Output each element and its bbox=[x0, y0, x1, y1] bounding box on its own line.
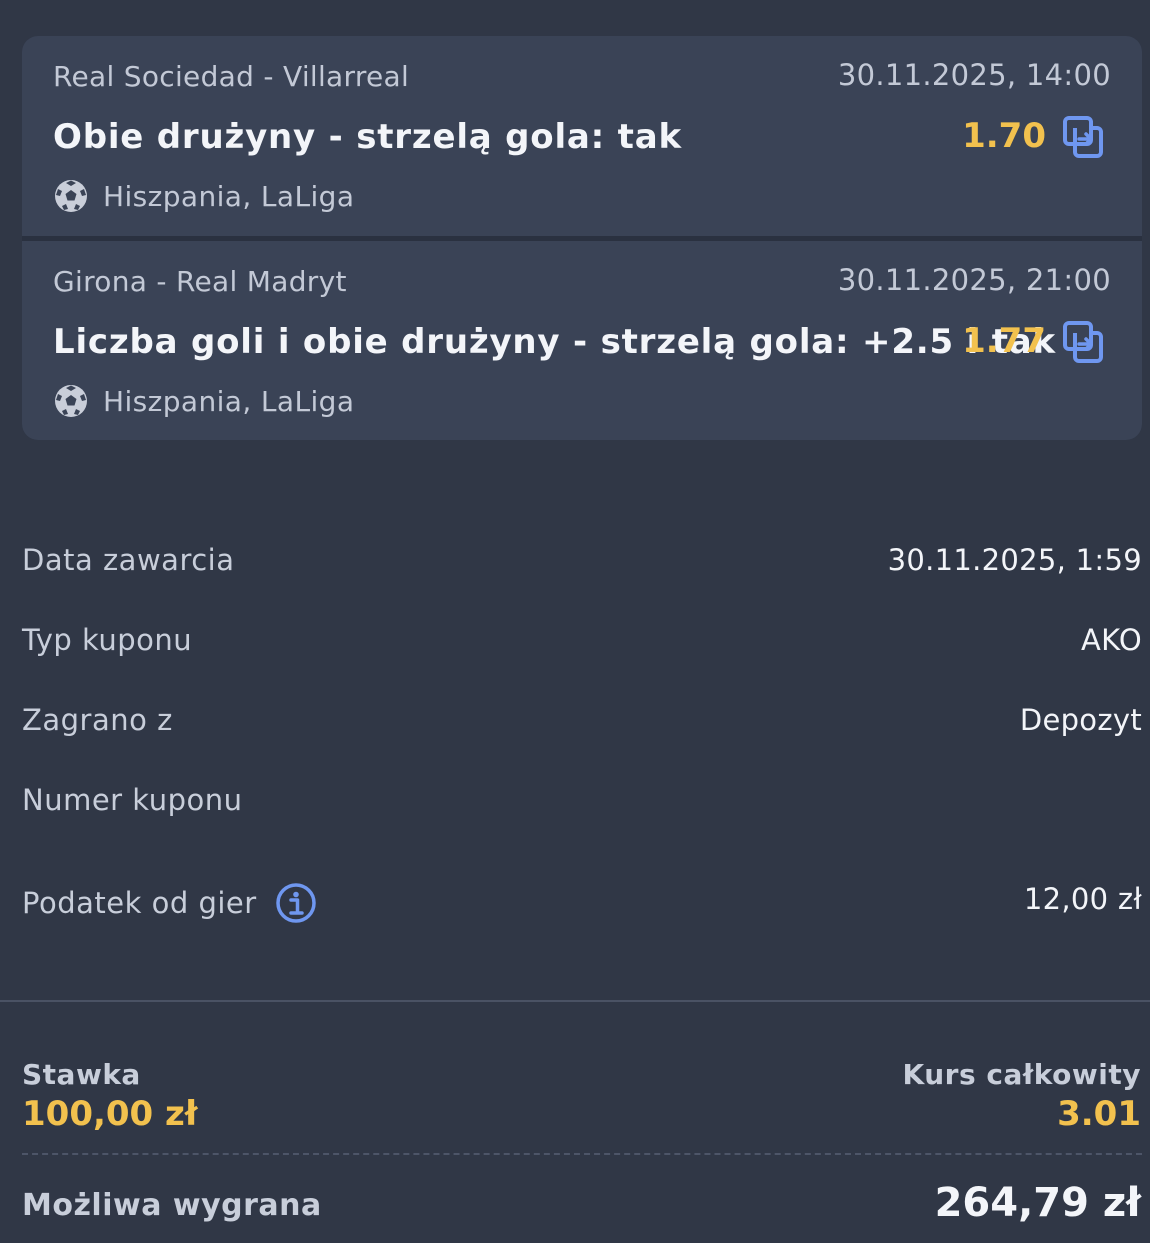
total-odds-value: 3.01 bbox=[1057, 1094, 1141, 1134]
event-league-label: Hiszpania, LaLiga bbox=[103, 384, 355, 418]
events-card: Real Sociedad - Villarreal 30.11.2025, 1… bbox=[22, 36, 1142, 440]
event-league: Hiszpania, LaLiga bbox=[53, 384, 354, 418]
bet-slip-details: Real Sociedad - Villarreal 30.11.2025, 1… bbox=[0, 0, 1150, 1243]
played-from-value: Depozyt bbox=[1019, 703, 1142, 737]
tax-value: 12,00 zł bbox=[1023, 882, 1142, 916]
date-value: 30.11.2025, 1:59 bbox=[887, 543, 1142, 577]
date-label: Data zawarcia bbox=[22, 543, 235, 577]
copy-icon[interactable] bbox=[1062, 115, 1104, 159]
total-odds-label: Kurs całkowity bbox=[902, 1058, 1141, 1091]
played-from-label: Zagrano z bbox=[22, 703, 173, 737]
detail-row-coupon-number: Numer kuponu bbox=[22, 783, 1142, 823]
event-league: Hiszpania, LaLiga bbox=[53, 179, 354, 213]
event-odds: 1.77 bbox=[962, 321, 1046, 361]
possible-win-value: 264,79 zł bbox=[934, 1180, 1141, 1226]
tax-label: Podatek od gier bbox=[22, 886, 257, 920]
info-icon[interactable] bbox=[275, 882, 317, 924]
tax-label-group: Podatek od gier bbox=[22, 882, 317, 924]
coupon-number-label: Numer kuponu bbox=[22, 783, 243, 817]
stake-value: 100,00 zł bbox=[22, 1094, 198, 1134]
event-odds: 1.70 bbox=[962, 116, 1046, 156]
type-label: Typ kuponu bbox=[22, 623, 193, 657]
event-match[interactable]: Real Sociedad - Villarreal bbox=[53, 60, 409, 93]
stake-label: Stawka bbox=[22, 1058, 141, 1091]
detail-row-tax: Podatek od gier 12,00 zł bbox=[22, 880, 1142, 924]
section-divider bbox=[0, 1000, 1150, 1002]
event-league-label: Hiszpania, LaLiga bbox=[103, 179, 355, 213]
event-datetime: 30.11.2025, 21:00 bbox=[837, 263, 1111, 297]
copy-icon[interactable] bbox=[1062, 320, 1104, 364]
detail-row-played-from: Zagrano z Depozyt bbox=[22, 703, 1142, 743]
event-market: Obie drużyny - strzelą gola: tak bbox=[53, 117, 682, 157]
event-item: Girona - Real Madryt 30.11.2025, 21:00 L… bbox=[22, 241, 1142, 440]
football-icon bbox=[55, 385, 87, 417]
possible-win-label: Możliwa wygrana bbox=[22, 1188, 322, 1223]
event-match[interactable]: Girona - Real Madryt bbox=[53, 265, 347, 298]
dashed-divider bbox=[22, 1153, 1142, 1155]
detail-row-type: Typ kuponu AKO bbox=[22, 623, 1142, 663]
event-item: Real Sociedad - Villarreal 30.11.2025, 1… bbox=[22, 36, 1142, 236]
detail-row-date: Data zawarcia 30.11.2025, 1:59 bbox=[22, 543, 1142, 583]
football-icon bbox=[55, 180, 87, 212]
type-value: AKO bbox=[1081, 623, 1142, 657]
event-datetime: 30.11.2025, 14:00 bbox=[837, 58, 1111, 92]
event-market: Liczba goli i obie drużyny - strzelą gol… bbox=[53, 322, 1056, 362]
